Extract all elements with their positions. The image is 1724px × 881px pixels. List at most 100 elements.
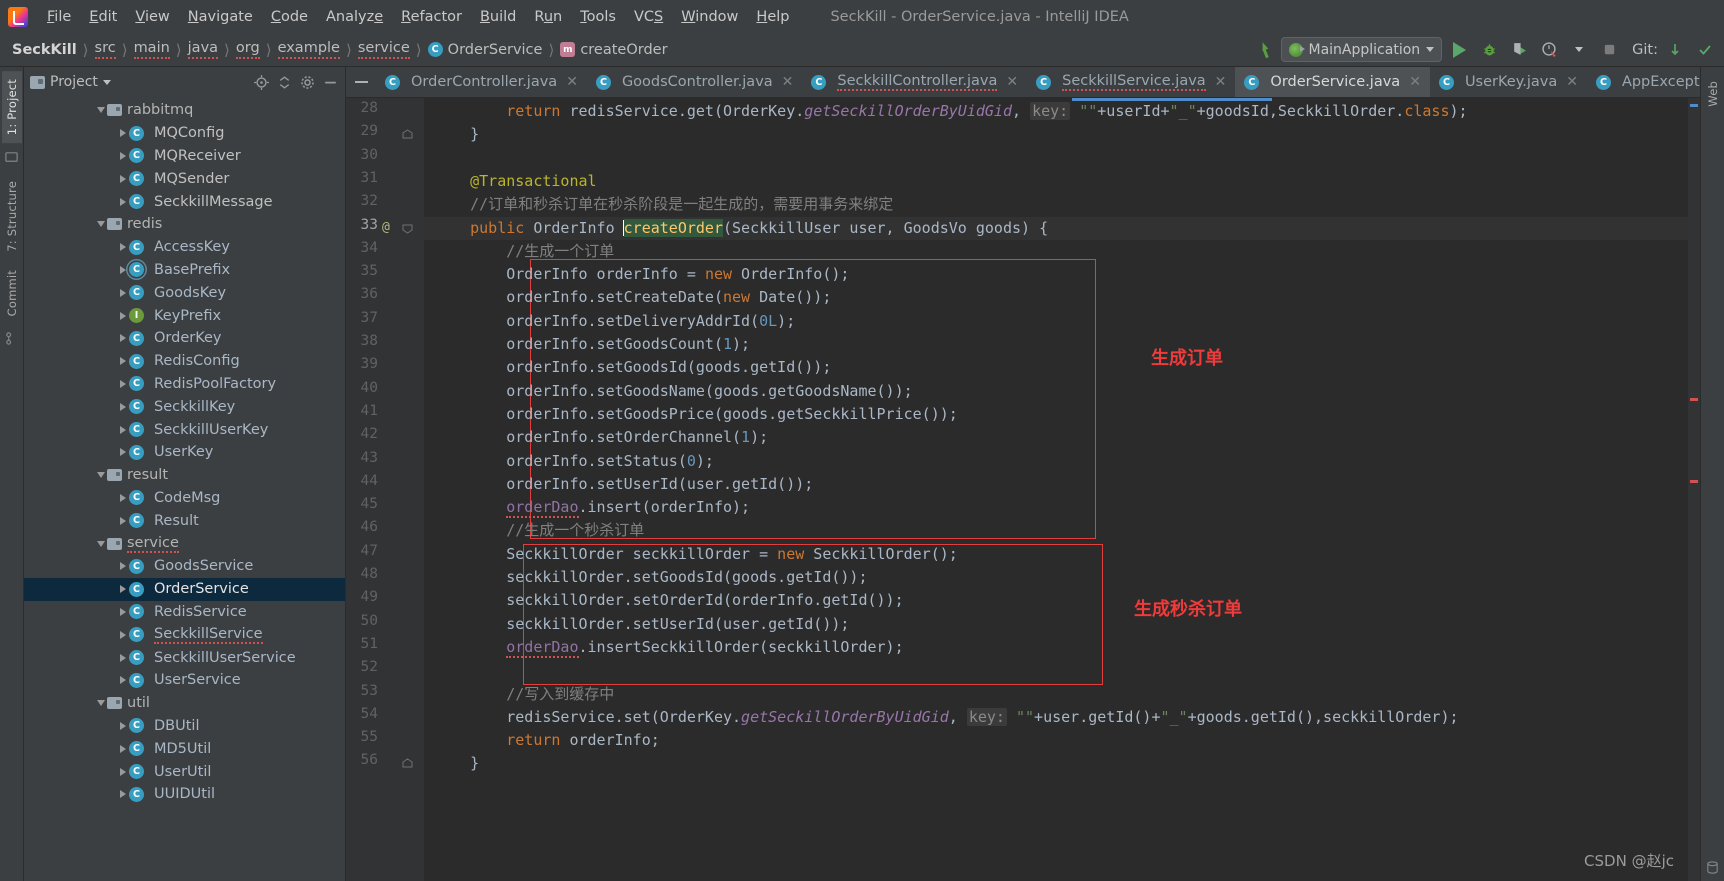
tree-item[interactable]: result: [24, 464, 345, 487]
chevron-right-icon[interactable]: [116, 448, 129, 457]
code-line[interactable]: orderInfo.setCreateDate(new Date());: [424, 286, 1688, 309]
tree-item[interactable]: C BasePrefix: [24, 259, 345, 282]
code-line[interactable]: OrderInfo orderInfo = new OrderInfo();: [424, 263, 1688, 286]
menu-edit[interactable]: Edit: [80, 6, 126, 28]
favorites-icon[interactable]: [4, 150, 20, 166]
code-fold-handle[interactable]: [402, 757, 413, 768]
chevron-right-icon[interactable]: [116, 585, 129, 594]
code-line[interactable]: return redisService.get(OrderKey.getSeck…: [424, 100, 1688, 123]
code-line[interactable]: orderDao.insertSeckkillOrder(seckkillOrd…: [424, 636, 1688, 659]
editor-tab-userkey-java[interactable]: C UserKey.java ✕: [1430, 67, 1587, 97]
code-line[interactable]: orderInfo.setGoodsId(goods.getId());: [424, 356, 1688, 379]
git-update-button[interactable]: [1662, 37, 1688, 63]
close-icon[interactable]: ✕: [566, 74, 578, 90]
chevron-right-icon[interactable]: [116, 151, 129, 160]
chevron-right-icon[interactable]: [116, 334, 129, 343]
update-project-icon[interactable]: [1255, 39, 1277, 61]
tree-item[interactable]: C SeckkillMessage: [24, 190, 345, 213]
chevron-right-icon[interactable]: [116, 767, 129, 776]
chevron-right-icon[interactable]: [116, 288, 129, 297]
annotation-gutter-icon[interactable]: @: [382, 220, 390, 235]
chevron-right-icon[interactable]: [116, 744, 129, 753]
sidebar-item-web[interactable]: Web: [1703, 73, 1723, 115]
chevron-down-icon[interactable]: [94, 221, 107, 228]
tree-item[interactable]: I KeyPrefix: [24, 304, 345, 327]
close-icon[interactable]: ✕: [782, 74, 794, 90]
hide-panel-icon[interactable]: [322, 74, 339, 91]
editor-tab-orderservice-java[interactable]: C OrderService.java ✕: [1235, 67, 1430, 97]
menu-help[interactable]: Help: [747, 6, 798, 28]
chevron-down-icon[interactable]: [94, 472, 107, 479]
breadcrumb-item-orderservice[interactable]: C OrderService: [426, 40, 545, 60]
tree-item[interactable]: C RedisConfig: [24, 350, 345, 373]
tree-item[interactable]: C SeckkillKey: [24, 395, 345, 418]
chevron-down-icon[interactable]: [94, 107, 107, 114]
chevron-right-icon[interactable]: [116, 630, 129, 639]
stop-button[interactable]: [1596, 37, 1622, 63]
menu-code[interactable]: Code: [262, 6, 317, 28]
code-line[interactable]: orderInfo.setGoodsCount(1);: [424, 333, 1688, 356]
branch-icon[interactable]: [4, 331, 20, 347]
menu-window[interactable]: Window: [672, 6, 747, 28]
breadcrumb-item-createorder[interactable]: m createOrder: [558, 40, 669, 60]
breadcrumb-item-main[interactable]: main: [132, 38, 172, 61]
chevron-right-icon[interactable]: [116, 562, 129, 571]
menu-build[interactable]: Build: [471, 6, 525, 28]
tree-item[interactable]: C UserKey: [24, 441, 345, 464]
code-line[interactable]: redisService.set(OrderKey.getSeckillOrde…: [424, 706, 1688, 729]
chevron-right-icon[interactable]: [116, 357, 129, 366]
tree-item[interactable]: util: [24, 692, 345, 715]
breadcrumb-item-java[interactable]: java: [186, 38, 220, 61]
menu-refactor[interactable]: Refactor: [392, 6, 471, 28]
code-fold-handle[interactable]: [402, 128, 413, 139]
code-line[interactable]: [424, 147, 1688, 170]
git-check-button[interactable]: [1692, 37, 1718, 63]
breadcrumb-item-example[interactable]: example: [276, 38, 342, 61]
code-line[interactable]: //生成一个订单: [424, 240, 1688, 263]
tree-item[interactable]: C AccessKey: [24, 236, 345, 259]
tree-item[interactable]: C RedisPoolFactory: [24, 373, 345, 396]
close-icon[interactable]: ✕: [1215, 74, 1227, 90]
tree-item[interactable]: C MQSender: [24, 167, 345, 190]
sidebar-item-structure[interactable]: 7: Structure: [2, 173, 22, 260]
tree-item[interactable]: C UserUtil: [24, 760, 345, 783]
sidebar-item-commit[interactable]: Commit: [2, 262, 22, 324]
menu-analyze[interactable]: Analyze: [317, 6, 392, 28]
tree-item[interactable]: C GoodsKey: [24, 281, 345, 304]
tree-item[interactable]: C SeckkillUserKey: [24, 418, 345, 441]
chevron-right-icon[interactable]: [116, 243, 129, 252]
profiler-button[interactable]: [1536, 37, 1562, 63]
run-button[interactable]: [1446, 37, 1472, 63]
close-icon[interactable]: ✕: [1566, 74, 1578, 90]
settings-gear-icon[interactable]: [299, 74, 316, 91]
run-with-coverage-button[interactable]: [1506, 37, 1532, 63]
editor-tab-goodscontroller-java[interactable]: C GoodsController.java ✕: [587, 67, 802, 97]
sidebar-item-project[interactable]: 1: Project: [1, 71, 22, 144]
tree-item[interactable]: C MQReceiver: [24, 145, 345, 168]
tree-item[interactable]: C CodeMsg: [24, 487, 345, 510]
chevron-down-icon[interactable]: [94, 540, 107, 547]
tree-item[interactable]: C MD5Util: [24, 737, 345, 760]
code-line[interactable]: orderInfo.setStatus(0);: [424, 450, 1688, 473]
tree-item[interactable]: C Result: [24, 509, 345, 532]
code-line[interactable]: orderInfo.setGoodsPrice(goods.getSeckkil…: [424, 403, 1688, 426]
menu-view[interactable]: View: [126, 6, 178, 28]
tree-item[interactable]: C DBUtil: [24, 715, 345, 738]
tree-item[interactable]: C RedisService: [24, 601, 345, 624]
chevron-right-icon[interactable]: [116, 653, 129, 662]
code-line[interactable]: //订单和秒杀订单在秒杀阶段是一起生成的，需要用事务来绑定: [424, 193, 1688, 216]
code-line[interactable]: [424, 659, 1688, 682]
database-icon[interactable]: [1705, 860, 1721, 876]
menu-run[interactable]: Run: [525, 6, 571, 28]
code-line[interactable]: orderInfo.setOrderChannel(1);: [424, 426, 1688, 449]
tree-item[interactable]: redis: [24, 213, 345, 236]
code-line[interactable]: SeckkillOrder seckkillOrder = new Seckki…: [424, 543, 1688, 566]
code-line[interactable]: orderInfo.setDeliveryAddrId(0L);: [424, 310, 1688, 333]
chevron-right-icon[interactable]: [116, 676, 129, 685]
chevron-right-icon[interactable]: [116, 379, 129, 388]
menu-navigate[interactable]: Navigate: [179, 6, 262, 28]
breadcrumb-item-org[interactable]: org: [234, 38, 262, 61]
code-line[interactable]: @Transactional: [424, 170, 1688, 193]
menu-tools[interactable]: Tools: [571, 6, 625, 28]
chevron-right-icon[interactable]: [116, 607, 129, 616]
